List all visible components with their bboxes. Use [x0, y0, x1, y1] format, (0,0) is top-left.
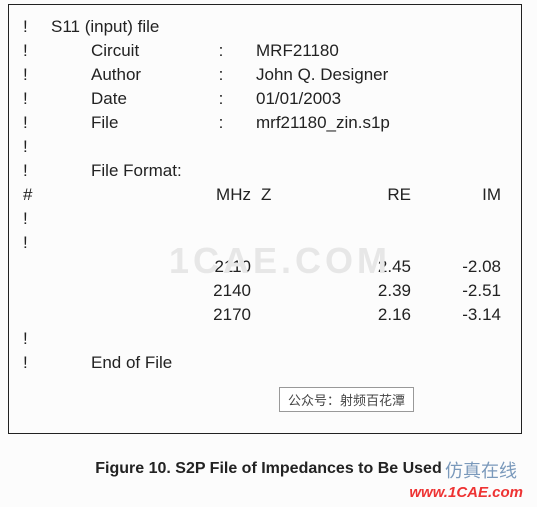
- author-value: John Q. Designer: [256, 63, 521, 87]
- colon: :: [211, 111, 231, 135]
- title-text: S11 (input) file: [51, 15, 159, 39]
- date-label: Date: [91, 87, 211, 111]
- end-of-file-text: End of File: [91, 351, 172, 375]
- line-blank: !: [9, 231, 521, 255]
- line-eof: ! End of File: [9, 351, 521, 375]
- table-row: 2170 2.16 -3.14: [9, 303, 521, 327]
- cell-re: 2.39: [311, 279, 421, 303]
- comment-marker: !: [9, 159, 51, 183]
- comment-marker: !: [9, 327, 51, 351]
- file-listing-frame: 1CAE.COM ! S11 (input) file ! Circuit : …: [8, 4, 522, 434]
- line-file: ! File : mrf21180_zin.s1p: [9, 111, 521, 135]
- cell-im: -2.08: [421, 255, 501, 279]
- cell-mhz: 2140: [51, 279, 261, 303]
- author-label: Author: [91, 63, 211, 87]
- table-row: 2110 2.45 -2.08: [9, 255, 521, 279]
- watermark-box: 公众号：射频百花潭: [279, 387, 414, 412]
- hash-marker: #: [9, 183, 51, 207]
- col-z: Z: [261, 183, 311, 207]
- line-title: ! S11 (input) file: [9, 15, 521, 39]
- line-blank: !: [9, 135, 521, 159]
- col-mhz: MHz: [51, 183, 261, 207]
- line-circuit: ! Circuit : MRF21180: [9, 39, 521, 63]
- file-format-label: File Format:: [91, 159, 182, 183]
- watermark-red: www.1CAE.com: [409, 484, 523, 501]
- line-column-headers: # MHz Z RE IM: [9, 183, 521, 207]
- colon: :: [211, 63, 231, 87]
- comment-marker: !: [9, 63, 51, 87]
- col-re: RE: [311, 183, 421, 207]
- comment-marker: !: [9, 15, 51, 39]
- col-im: IM: [421, 183, 501, 207]
- line-blank: !: [9, 207, 521, 231]
- cell-mhz: 2170: [51, 303, 261, 327]
- line-blank: !: [9, 327, 521, 351]
- line-date: ! Date : 01/01/2003: [9, 87, 521, 111]
- file-value: mrf21180_zin.s1p: [256, 111, 521, 135]
- comment-marker: !: [9, 135, 51, 159]
- comment-marker: !: [9, 111, 51, 135]
- comment-marker: !: [9, 87, 51, 111]
- cell-re: 2.45: [311, 255, 421, 279]
- table-row: 2140 2.39 -2.51: [9, 279, 521, 303]
- comment-marker: !: [9, 231, 51, 255]
- colon: :: [211, 39, 231, 63]
- cell-im: -3.14: [421, 303, 501, 327]
- colon: :: [211, 87, 231, 111]
- line-author: ! Author : John Q. Designer: [9, 63, 521, 87]
- circuit-label: Circuit: [91, 39, 211, 63]
- cell-re: 2.16: [311, 303, 421, 327]
- comment-marker: !: [9, 351, 51, 375]
- comment-marker: !: [9, 39, 51, 63]
- cell-mhz: 2110: [51, 255, 261, 279]
- comment-marker: !: [9, 207, 51, 231]
- date-value: 01/01/2003: [256, 87, 521, 111]
- watermark-blue: 仿真在线: [445, 457, 517, 483]
- line-format: ! File Format:: [9, 159, 521, 183]
- cell-im: -2.51: [421, 279, 501, 303]
- circuit-value: MRF21180: [256, 39, 521, 63]
- file-label: File: [91, 111, 211, 135]
